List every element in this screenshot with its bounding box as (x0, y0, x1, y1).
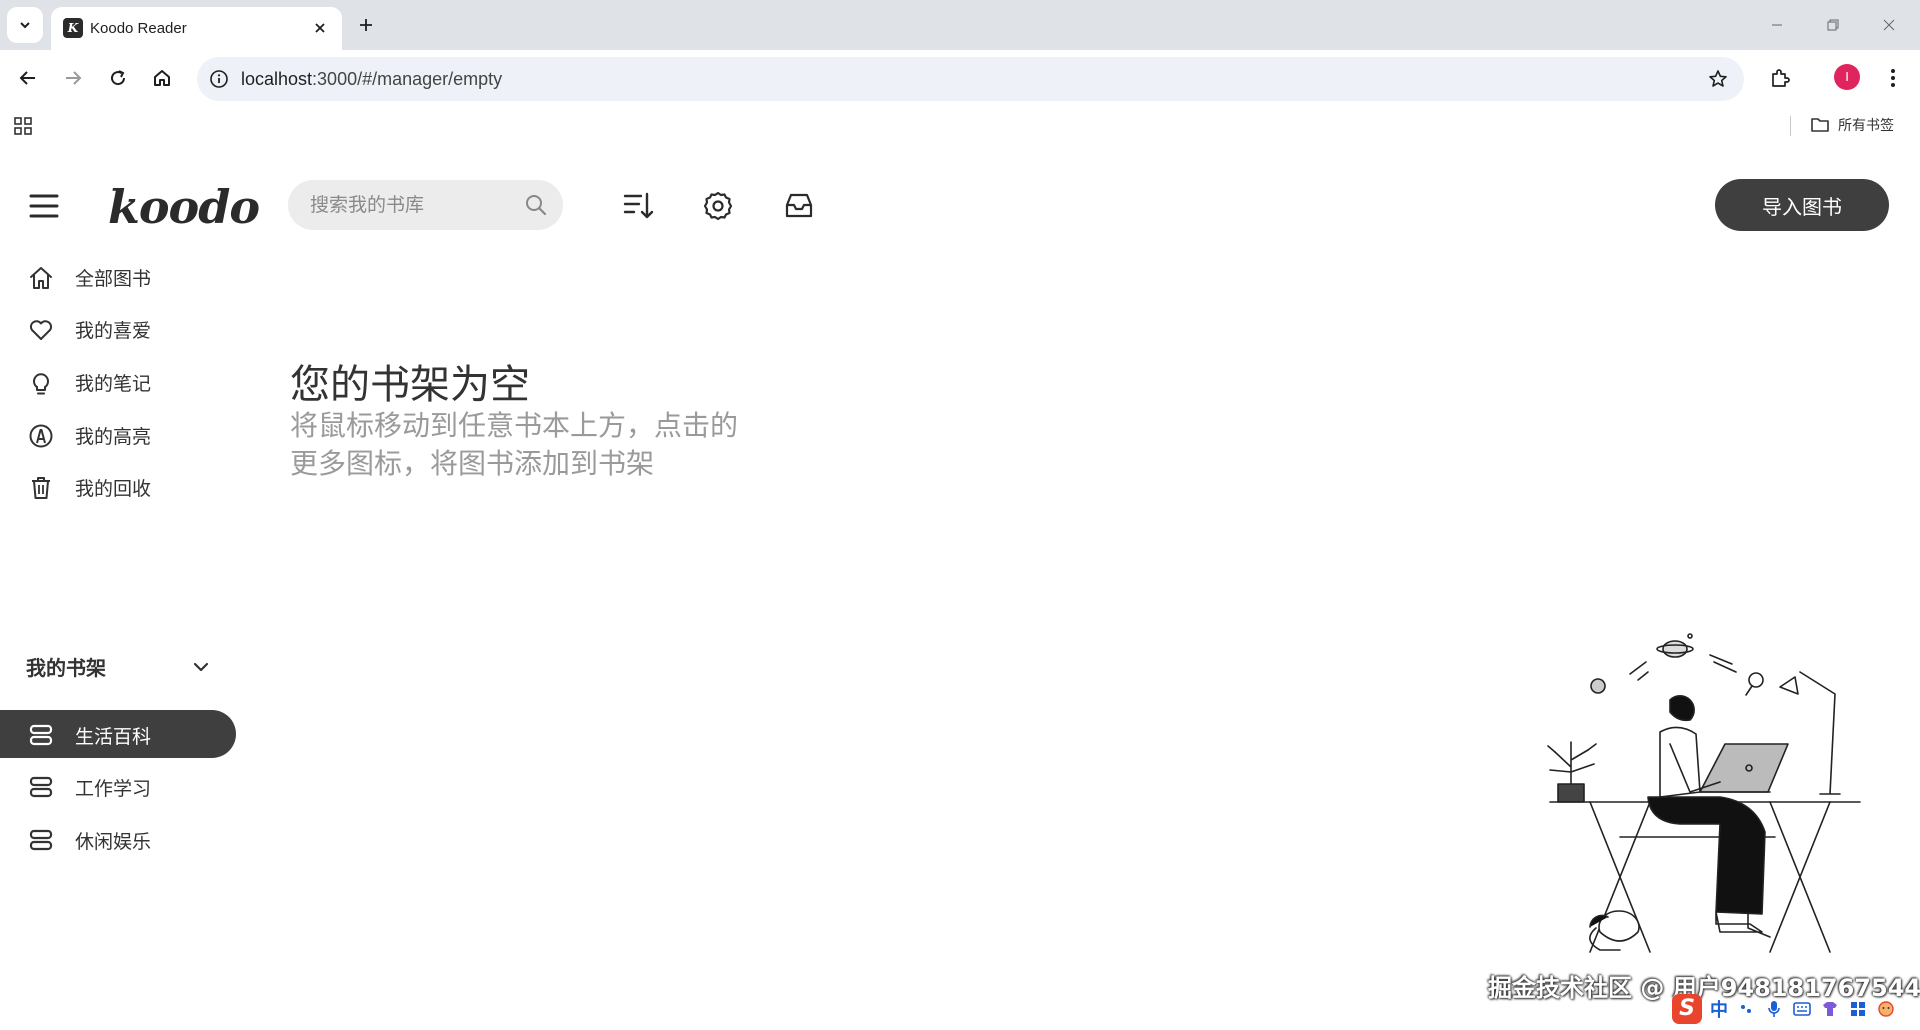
tab-search-button[interactable] (7, 7, 43, 43)
tab-close-button[interactable] (309, 17, 331, 39)
empty-state-description: 将鼠标移动到任意书本上方，点击的 更多图标，将图书添加到书架 (290, 407, 790, 483)
shelf-icon (29, 829, 53, 851)
restore-button[interactable] (1818, 10, 1848, 40)
url-text[interactable]: localhost:3000/#/manager/empty (241, 69, 502, 90)
koodo-favicon-icon: K (63, 18, 83, 38)
shelf-item-label: 工作学习 (75, 778, 152, 800)
arrow-left-icon (19, 71, 35, 85)
skin-icon[interactable] (1820, 999, 1840, 1019)
sidebar-item-label: 我的喜爱 (75, 320, 152, 342)
shelf-icon (29, 724, 53, 746)
keyboard-icon[interactable] (1792, 999, 1812, 1019)
ime-language-mode[interactable]: 中 (1710, 996, 1728, 1022)
empty-state-line: 更多图标，将图书添加到书架 (290, 447, 655, 480)
close-icon (1883, 19, 1895, 31)
lightbulb-icon (27, 369, 55, 397)
extensions-button[interactable] (1763, 61, 1797, 95)
browser-tab[interactable]: K Koodo Reader (51, 7, 342, 50)
bookmarks-separator (1790, 116, 1791, 136)
koodo-logo: koodo (108, 180, 260, 234)
hamburger-menu-icon[interactable] (28, 192, 60, 220)
ime-toolbar: S 中 (1666, 993, 1920, 1025)
close-window-button[interactable] (1874, 10, 1904, 40)
close-icon (315, 23, 325, 33)
shelf-section-title: 我的书架 (26, 656, 106, 680)
toolbox-icon[interactable] (1848, 999, 1868, 1019)
sidebar-item-label: 全部图书 (75, 268, 152, 290)
empty-state-line: 将鼠标移动到任意书本上方，点击的 (290, 409, 739, 442)
back-button[interactable] (11, 61, 45, 95)
empty-state-title: 您的书架为空 (290, 362, 530, 408)
restore-icon (1827, 19, 1839, 31)
reload-button[interactable] (101, 61, 135, 95)
puzzle-icon (1772, 69, 1790, 87)
sidebar-item-favorites[interactable]: 我的喜爱 (0, 304, 236, 352)
reading-person-illustration (1547, 633, 1861, 953)
highlight-icon (27, 422, 55, 450)
arrow-right-icon (66, 71, 82, 85)
microphone-icon[interactable] (1764, 999, 1784, 1019)
profile-avatar[interactable]: I (1834, 64, 1860, 90)
url-path: :3000/#/manager/empty (312, 69, 503, 89)
new-tab-button[interactable] (351, 10, 381, 40)
browser-tab-strip: K Koodo Reader (0, 0, 1920, 50)
heart-icon (27, 316, 55, 344)
shelf-item-life[interactable]: 生活百科 (0, 710, 236, 758)
chevron-down-icon[interactable] (190, 656, 212, 678)
home-button[interactable] (145, 61, 179, 95)
koodo-app: koodo 导入图书 全部图书 我的喜爱 我的笔记 我的高亮 (0, 142, 1920, 1030)
sidebar-item-all-books[interactable]: 全部图书 (0, 252, 236, 300)
trash-icon (27, 474, 55, 502)
sogou-ime-logo[interactable]: S (1672, 994, 1702, 1024)
inbox-icon (785, 193, 813, 218)
sort-icon (623, 192, 654, 219)
library-search-box (288, 180, 563, 230)
bookmarks-bar: 所有书签 (0, 108, 1920, 142)
apps-grid-icon[interactable] (12, 115, 34, 137)
browser-toolbar: localhost:3000/#/manager/empty I (0, 50, 1920, 108)
minimize-button[interactable] (1762, 10, 1792, 40)
browser-menu-button[interactable] (1876, 61, 1910, 95)
sidebar-item-label: 我的高亮 (75, 426, 152, 448)
mascot-icon[interactable] (1876, 999, 1896, 1019)
sort-button[interactable] (620, 188, 656, 224)
settings-button[interactable] (700, 188, 736, 224)
shelf-item-leisure[interactable]: 休闲娱乐 (0, 815, 236, 863)
home-icon (154, 70, 170, 86)
sidebar-item-notes[interactable]: 我的笔记 (0, 357, 236, 405)
bookmark-star-button[interactable] (1706, 67, 1730, 91)
search-icon[interactable] (524, 193, 548, 217)
shelf-item-work[interactable]: 工作学习 (0, 762, 236, 810)
inbox-button[interactable] (781, 188, 817, 224)
minimize-icon (1772, 24, 1782, 26)
sidebar-item-highlights[interactable]: 我的高亮 (0, 410, 236, 458)
tab-title: Koodo Reader (90, 20, 187, 37)
address-bar[interactable]: localhost:3000/#/manager/empty (197, 57, 1744, 101)
shelf-item-label: 生活百科 (75, 726, 152, 748)
shelf-section-header[interactable]: 我的书架 (26, 652, 216, 682)
sidebar-item-label: 我的回收 (75, 478, 152, 500)
star-icon (1709, 70, 1727, 87)
chevron-down-icon (20, 22, 30, 29)
all-bookmarks-folder[interactable]: 所有书签 (1810, 114, 1894, 136)
library-search-input[interactable] (310, 180, 510, 230)
site-info-button[interactable] (207, 67, 231, 91)
folder-icon (1811, 118, 1829, 132)
reload-icon (111, 70, 126, 86)
sidebar-item-trash[interactable]: 我的回收 (0, 462, 236, 510)
home-icon (27, 264, 55, 292)
shelf-item-label: 休闲娱乐 (75, 831, 152, 853)
shelf-icon (29, 776, 53, 798)
forward-button[interactable] (56, 61, 90, 95)
import-books-button[interactable]: 导入图书 (1715, 179, 1889, 231)
all-bookmarks-label: 所有书签 (1838, 118, 1894, 134)
sidebar-item-label: 我的笔记 (75, 373, 152, 395)
plus-icon (360, 19, 372, 31)
more-vertical-icon (1891, 69, 1895, 87)
url-host: localhost (241, 69, 313, 89)
punctuation-icon[interactable] (1736, 999, 1756, 1019)
info-icon (210, 70, 228, 88)
gear-icon (703, 191, 733, 221)
